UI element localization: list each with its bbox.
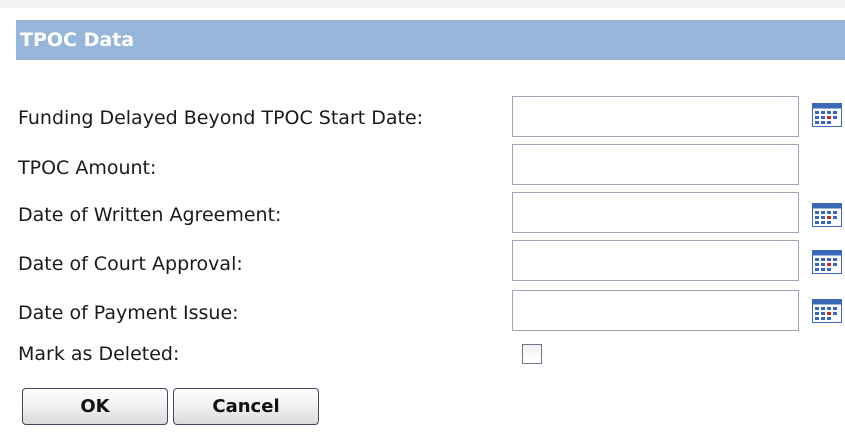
calendar-icon[interactable] [812, 250, 842, 274]
court-approval-label: Date of Court Approval: [18, 253, 243, 275]
cancel-button[interactable]: Cancel [173, 388, 319, 425]
tpoc-amount-field[interactable] [512, 144, 799, 185]
section-title: TPOC Data [20, 29, 135, 51]
mark-deleted-label: Mark as Deleted: [18, 343, 180, 365]
court-approval-field[interactable] [512, 240, 799, 281]
payment-issue-field[interactable] [512, 290, 799, 331]
written-agreement-label: Date of Written Agreement: [18, 204, 282, 226]
calendar-icon[interactable] [812, 203, 842, 227]
payment-issue-label: Date of Payment Issue: [18, 302, 239, 324]
top-edge [0, 0, 845, 8]
mark-deleted-checkbox[interactable] [522, 344, 542, 364]
tpoc-amount-label: TPOC Amount: [18, 157, 157, 179]
funding-delayed-label: Funding Delayed Beyond TPOC Start Date: [18, 107, 424, 129]
calendar-icon[interactable] [812, 103, 842, 127]
section-header: TPOC Data [16, 20, 845, 60]
written-agreement-field[interactable] [512, 192, 799, 233]
funding-delayed-field[interactable] [512, 96, 799, 137]
calendar-icon[interactable] [812, 299, 842, 323]
ok-button[interactable]: OK [22, 388, 168, 425]
